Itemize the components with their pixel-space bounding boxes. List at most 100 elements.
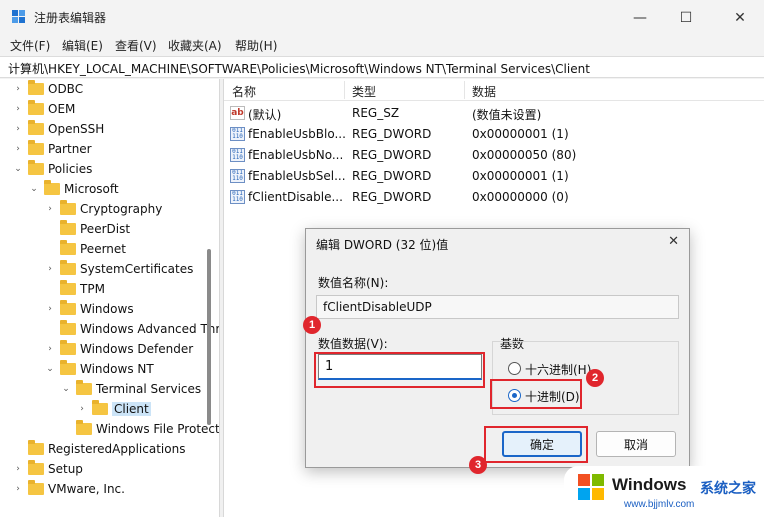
tree-item-label: OEM	[48, 102, 76, 116]
list-item[interactable]: ab (默认) REG_SZ (数值未设置)	[224, 103, 764, 124]
chevron-down-icon[interactable]: ⌄	[60, 383, 72, 395]
cancel-button[interactable]: 取消	[596, 431, 676, 457]
chevron-icon[interactable]: ›	[44, 203, 56, 215]
list-item[interactable]: 011 110 fEnableUsbBlo... REG_DWORD 0x0000…	[224, 124, 764, 145]
value-data-label: 数值数据(V):	[318, 337, 388, 351]
chevron-icon[interactable]: ›	[12, 483, 24, 495]
list-header: 名称 类型 数据	[224, 79, 764, 101]
value-name: fEnableUsbNo...	[248, 148, 344, 162]
tree-item[interactable]: › Partner	[12, 139, 92, 159]
chevron-icon[interactable]: ›	[12, 83, 24, 95]
column-divider[interactable]	[344, 81, 345, 99]
tree-item[interactable]: › ODBC	[12, 79, 83, 99]
chevron-icon[interactable]: ›	[12, 103, 24, 115]
tree-item[interactable]: Windows Advanced Threat Protection	[44, 319, 219, 339]
chevron-down-icon[interactable]: ⌄	[44, 363, 56, 375]
list-item[interactable]: 011 110 fClientDisable... REG_DWORD 0x000…	[224, 187, 764, 208]
tree-item[interactable]: TPM	[44, 279, 105, 299]
watermark-brand: Windows	[612, 475, 687, 494]
radio-hex[interactable]	[508, 362, 521, 375]
value-data: 0x00000000 (0)	[472, 190, 569, 204]
folder-icon	[28, 460, 44, 475]
binary-value-icon: 011 110	[230, 169, 245, 183]
column-header-data[interactable]: 数据	[472, 83, 496, 100]
tree-item[interactable]: ⌄ Policies	[12, 159, 92, 179]
string-value-icon: ab	[230, 106, 245, 120]
chevron-icon[interactable]: ›	[44, 343, 56, 355]
tree-item-label: Microsoft	[64, 182, 119, 196]
tree-item-label: SystemCertificates	[80, 262, 194, 276]
tree-item[interactable]: › OpenSSH	[12, 119, 104, 139]
menu-view[interactable]: 查看(V)	[115, 37, 157, 54]
chevron-icon[interactable]: ›	[12, 143, 24, 155]
dialog-close-icon[interactable]: ✕	[668, 234, 679, 249]
binary-value-icon: 011 110	[230, 127, 245, 141]
window-title: 注册表编辑器	[34, 11, 107, 25]
chevron-down-icon[interactable]: ⌄	[28, 183, 40, 195]
address-bar[interactable]: 计算机\HKEY_LOCAL_MACHINE\SOFTWARE\Policies…	[0, 56, 764, 78]
value-type: REG_DWORD	[352, 169, 432, 183]
tree-item[interactable]: ⌄ Microsoft	[28, 179, 119, 199]
tree-item[interactable]: › Setup	[12, 459, 83, 479]
menu-favorites[interactable]: 收藏夹(A)	[168, 37, 222, 54]
value-name: fClientDisable...	[248, 190, 343, 204]
value-type: REG_DWORD	[352, 190, 432, 204]
tree-item[interactable]: ⌄ Windows NT	[44, 359, 154, 379]
menu-edit[interactable]: 编辑(E)	[62, 37, 103, 54]
chevron-icon[interactable]: ›	[44, 263, 56, 275]
watermark-cn: 系统之家	[700, 481, 756, 497]
value-data: 0x00000001 (1)	[472, 127, 569, 141]
highlight-ok	[484, 426, 588, 463]
folder-icon	[60, 240, 76, 255]
radio-hex-label[interactable]: 十六进制(H)	[525, 361, 591, 378]
list-item[interactable]: 011 110 fEnableUsbNo... REG_DWORD 0x00000…	[224, 145, 764, 166]
tree-item-label: Terminal Services	[96, 382, 202, 396]
minimize-button[interactable]: —	[620, 6, 660, 30]
address-path: 计算机\HKEY_LOCAL_MACHINE\SOFTWARE\Policies…	[8, 62, 590, 76]
tree-item[interactable]: ⌄ Terminal Services	[60, 379, 201, 399]
maximize-button[interactable]: ☐	[666, 6, 706, 30]
tree-item[interactable]: Windows File Protection	[60, 419, 219, 439]
tree-item[interactable]: › Cryptography	[44, 199, 162, 219]
maximize-icon: ☐	[679, 10, 693, 26]
binary-value-icon: 011 110	[230, 190, 245, 204]
registry-tree: › ODBC › OEM › OpenSSH › Partner ⌄ Policies ⌄…	[0, 79, 219, 517]
folder-icon	[60, 360, 76, 375]
tree-item[interactable]: › Windows	[44, 299, 134, 319]
tree-item[interactable]: Peernet	[44, 239, 126, 259]
tree-item-label: Client	[112, 402, 151, 416]
menu-file[interactable]: 文件(F)	[10, 37, 50, 54]
value-type: REG_DWORD	[352, 127, 432, 141]
value-type: REG_DWORD	[352, 148, 432, 162]
chevron-icon	[44, 283, 56, 295]
tree-item[interactable]: › Windows Defender	[44, 339, 193, 359]
folder-icon	[60, 260, 76, 275]
chevron-icon[interactable]: ›	[12, 463, 24, 475]
tree-item[interactable]: › SystemCertificates	[44, 259, 193, 279]
step-badge-1: 1	[303, 316, 321, 334]
value-data: 0x00000001 (1)	[472, 169, 569, 183]
folder-icon	[28, 480, 44, 495]
column-divider[interactable]	[464, 81, 465, 99]
tree-scrollbar-thumb[interactable]	[207, 249, 211, 425]
tree-item[interactable]: PeerDist	[44, 219, 130, 239]
list-item[interactable]: 011 110 fEnableUsbSel... REG_DWORD 0x0000…	[224, 166, 764, 187]
close-icon: ✕	[734, 10, 746, 26]
close-button[interactable]: ✕	[720, 6, 760, 30]
tree-item-label: Windows Defender	[80, 342, 194, 356]
chevron-icon[interactable]: ›	[76, 403, 88, 415]
chevron-down-icon[interactable]: ⌄	[12, 163, 24, 175]
column-header-type[interactable]: 类型	[352, 83, 376, 100]
tree-item[interactable]: › VMware, Inc.	[12, 479, 125, 499]
chevron-icon[interactable]: ›	[12, 123, 24, 135]
folder-icon	[60, 320, 76, 335]
column-header-name[interactable]: 名称	[232, 83, 256, 100]
tree-item[interactable]: › OEM	[12, 99, 75, 119]
menu-help[interactable]: 帮助(H)	[235, 37, 277, 54]
folder-icon	[60, 280, 76, 295]
step-badge-2: 2	[586, 369, 604, 387]
tree-item-client-selected[interactable]: › Client	[76, 399, 151, 419]
binary-value-icon: 011 110	[230, 148, 245, 162]
chevron-icon[interactable]: ›	[44, 303, 56, 315]
tree-item[interactable]: RegisteredApplications	[12, 439, 185, 459]
